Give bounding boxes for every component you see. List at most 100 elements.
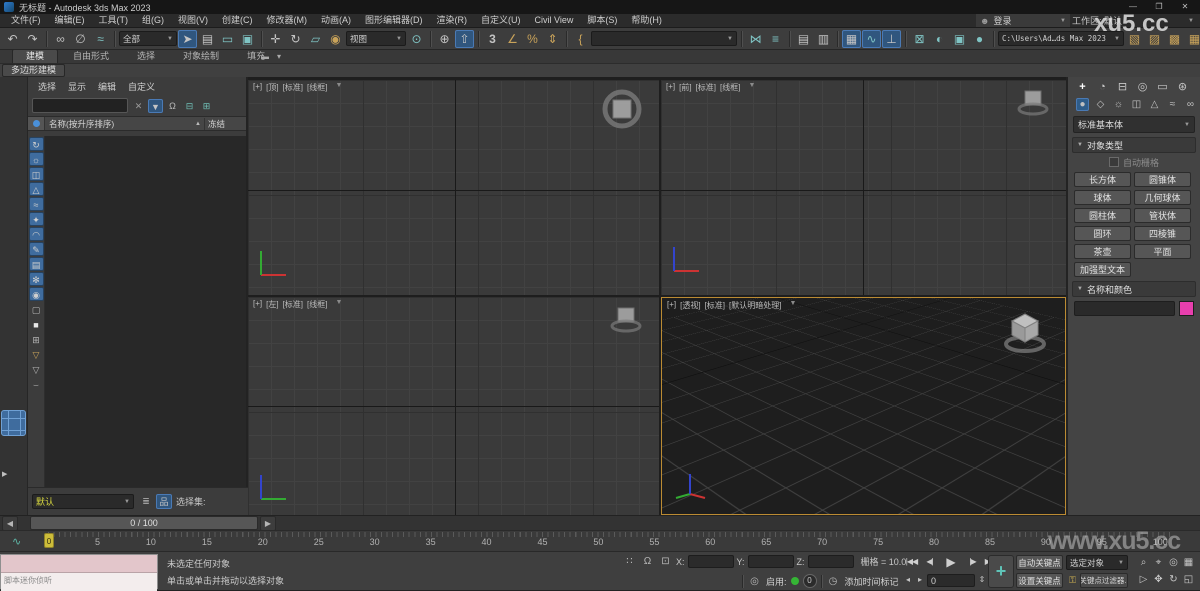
- primitive-button[interactable]: 茶壶: [1074, 244, 1131, 259]
- x-coordinate-field[interactable]: [687, 555, 734, 568]
- filter-space-warps-icon[interactable]: ≈: [28, 197, 44, 211]
- filter-containers-icon[interactable]: ▤: [28, 257, 44, 271]
- viewport-label-part[interactable]: [标准]: [705, 300, 725, 311]
- ribbon-collapse-icon[interactable]: ▾: [272, 51, 286, 62]
- panel-expand-icon[interactable]: ▶: [2, 470, 7, 478]
- viewport-front[interactable]: [+] [前] [标准] [线框] ▼: [661, 80, 1066, 295]
- menu-item[interactable]: 文件(F): [4, 14, 48, 27]
- next-key-icon[interactable]: ▸: [915, 573, 925, 587]
- isolate-selection-icon[interactable]: ◎: [747, 576, 762, 587]
- previous-key-icon[interactable]: ◂: [903, 573, 913, 587]
- viewport-label-part[interactable]: [+]: [666, 82, 675, 93]
- render-frame-window-icon[interactable]: ▣: [950, 30, 969, 48]
- viewport-menu-icon[interactable]: ▼: [335, 299, 342, 310]
- filter-bones-icon[interactable]: ◠: [28, 227, 44, 241]
- filter-simple-icon[interactable]: ▽: [29, 362, 44, 376]
- viewport-menu-icon[interactable]: ▼: [748, 82, 755, 93]
- viewcube[interactable]: [1001, 308, 1049, 354]
- filter-influences-icon[interactable]: ↻: [28, 137, 44, 151]
- viewport-menu-icon[interactable]: ▼: [335, 82, 342, 93]
- current-frame-field[interactable]: 0: [927, 573, 975, 587]
- viewport-label-part[interactable]: [线框]: [720, 82, 740, 93]
- rectangular-selection-region-icon[interactable]: ▭: [218, 30, 237, 48]
- material-editor-icon[interactable]: ⊠: [910, 30, 929, 48]
- menu-item[interactable]: 组(G): [135, 14, 171, 27]
- add-time-tag-button[interactable]: 添加时间标记: [845, 575, 899, 588]
- autogrid-checkbox[interactable]: [1108, 157, 1119, 167]
- select-object-icon[interactable]: ➤: [178, 29, 197, 48]
- tab-create[interactable]: +: [1076, 81, 1089, 94]
- display-text-icon[interactable]: ⊞: [29, 332, 44, 346]
- undo-icon[interactable]: ↶: [3, 30, 22, 48]
- set-keys-button[interactable]: +: [988, 555, 1014, 588]
- named-selection-sets-dropdown[interactable]: ▼: [591, 31, 737, 46]
- ribbon-tab-selection[interactable]: 选择: [124, 50, 168, 63]
- render-setup-icon[interactable]: ◐: [930, 30, 949, 48]
- select-by-name-icon[interactable]: ▤: [198, 30, 217, 48]
- frozen-column-header[interactable]: 冻结: [204, 117, 246, 130]
- viewport-label-part[interactable]: [标准]: [696, 82, 716, 93]
- filter-frozen-icon[interactable]: ✻: [28, 272, 44, 286]
- explorer-menu-item[interactable]: 自定义: [128, 81, 155, 94]
- z-coordinate-field[interactable]: [807, 555, 854, 568]
- ribbon-tab-freeform[interactable]: 自由形式: [60, 50, 122, 63]
- y-coordinate-field[interactable]: [747, 555, 794, 568]
- use-pivot-point-center-icon[interactable]: ⊙: [407, 30, 426, 48]
- login-button[interactable]: ☻ 登录 ▼: [976, 14, 1070, 27]
- dots-grid-icon[interactable]: ∷: [622, 556, 637, 567]
- explorer-menu-item[interactable]: 选择: [38, 81, 56, 94]
- viewport-label-part[interactable]: [+]: [253, 82, 262, 93]
- selected-objects-dropdown[interactable]: 选定对象 ▼: [1066, 555, 1128, 570]
- menu-item[interactable]: 脚本(S): [580, 14, 624, 27]
- bind-to-space-warp-icon[interactable]: ≈: [91, 30, 110, 48]
- zoom-all-icon[interactable]: ⌖: [1151, 554, 1166, 571]
- expand-all-icon[interactable]: ⊞: [199, 99, 214, 113]
- toggle-ribbon-icon[interactable]: ▦: [842, 29, 861, 48]
- ribbon-state-icon[interactable]: ▬: [258, 51, 272, 62]
- filter-hidden-icon[interactable]: ◉: [28, 287, 44, 301]
- filter-dropdown-icon[interactable]: ▼: [148, 98, 163, 113]
- menu-item[interactable]: 创建(C): [215, 14, 260, 27]
- selection-set-network-icon[interactable]: 品: [156, 494, 172, 509]
- viewport-left[interactable]: [+] [左] [标准] [线框] ▼: [248, 297, 659, 515]
- toggle-layer-explorer-icon[interactable]: ▥: [814, 30, 833, 48]
- pan-icon[interactable]: ✥: [1151, 571, 1166, 588]
- zoom-extents-all-icon[interactable]: ▦: [1181, 554, 1196, 571]
- select-and-manipulate-icon[interactable]: ⊕: [435, 30, 454, 48]
- viewport-top[interactable]: [+] [顶] [标准] [线框] ▼: [248, 80, 659, 295]
- tab-shapes[interactable]: ◇: [1094, 98, 1107, 111]
- close-button[interactable]: ✕: [1172, 0, 1198, 13]
- track-bar[interactable]: ∿ 05101520253035404550556065707580859095…: [0, 530, 1200, 551]
- viewport-label-part[interactable]: [前]: [679, 82, 691, 93]
- key-mode-icon[interactable]: ⚿: [1066, 573, 1079, 588]
- go-to-start-button[interactable]: |◀◀: [903, 554, 920, 570]
- viewport-label-part[interactable]: [+]: [253, 299, 262, 310]
- time-slider-handle[interactable]: 0 / 100: [30, 516, 258, 530]
- primitive-button[interactable]: 球体: [1074, 190, 1131, 205]
- auto-key-button[interactable]: 自动关键点: [1016, 555, 1063, 570]
- viewcube[interactable]: [599, 86, 645, 132]
- listener-script-pane[interactable]: 脚本迷你侦听: [1, 573, 157, 591]
- pick-container-icon[interactable]: ⌣: [29, 377, 44, 391]
- edit-named-selection-sets-icon[interactable]: {: [571, 30, 590, 48]
- viewport-label-part[interactable]: [线框]: [307, 82, 327, 93]
- toggle-scene-explorer-icon[interactable]: ▤: [794, 30, 813, 48]
- schematic-view-icon[interactable]: ⊥: [882, 29, 901, 48]
- primitive-button[interactable]: 加强型文本: [1074, 262, 1131, 277]
- filter-particle-systems-icon[interactable]: ✦: [28, 212, 44, 226]
- zoom-extents-icon[interactable]: ◎: [1166, 554, 1181, 571]
- menu-item[interactable]: 视图(V): [171, 14, 215, 27]
- zero-badge[interactable]: 0: [802, 574, 817, 588]
- rollout-object-type[interactable]: ▼ 对象类型: [1072, 137, 1196, 153]
- align-icon[interactable]: ≡: [766, 30, 785, 48]
- explorer-preset-dropdown[interactable]: 默认 ▼: [32, 494, 134, 509]
- select-and-scale-icon[interactable]: ▱: [306, 30, 325, 48]
- filter-combinator-icon[interactable]: ▽: [29, 347, 44, 361]
- tab-modify[interactable]: ◔: [1096, 81, 1109, 94]
- tab-systems[interactable]: ∞: [1184, 98, 1197, 111]
- display-thumbnail-icon[interactable]: ■: [29, 317, 44, 331]
- menu-item[interactable]: 动画(A): [314, 14, 358, 27]
- viewport-label-part[interactable]: [透视]: [680, 300, 700, 311]
- snaps-toggle-icon[interactable]: 3: [483, 30, 502, 48]
- viewport-layout-tab[interactable]: [1, 410, 26, 436]
